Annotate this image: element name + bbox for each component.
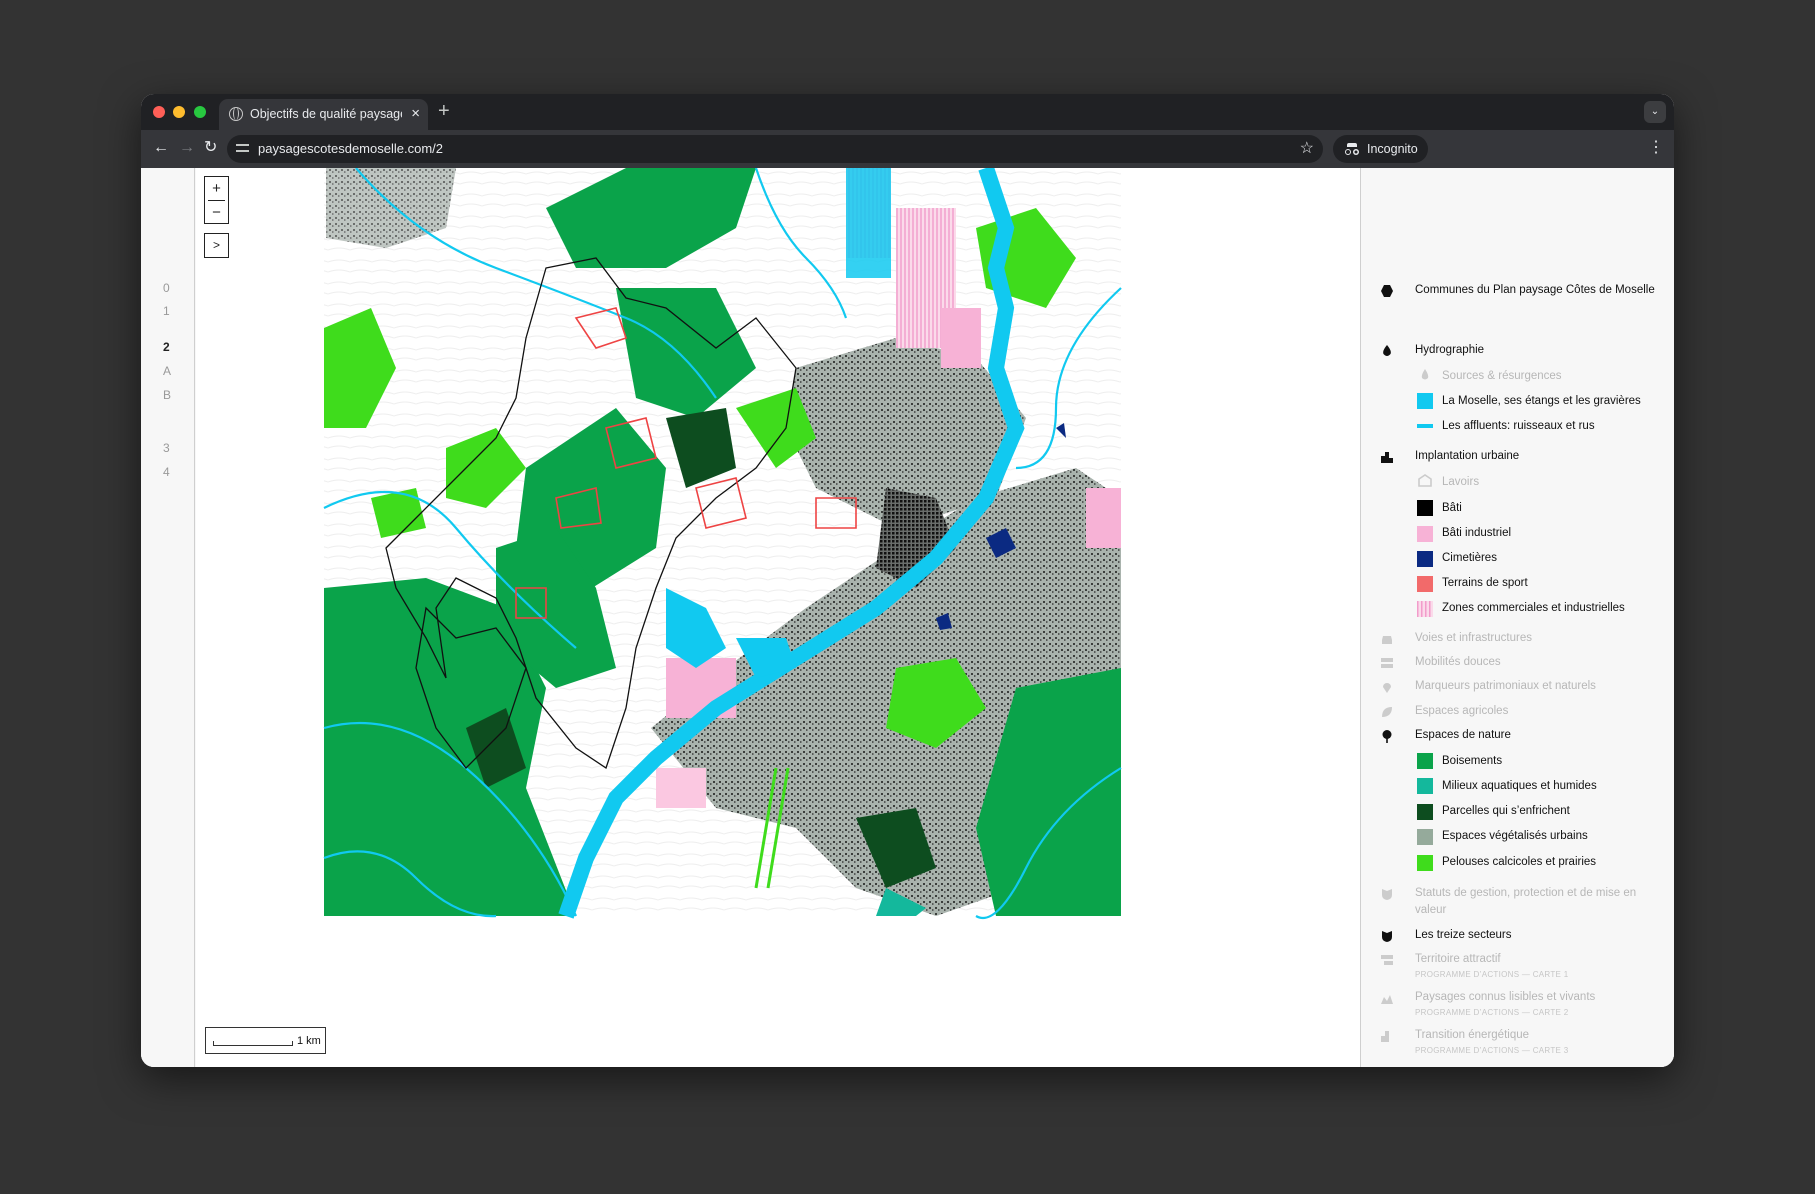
forward-button[interactable]: → — [179, 138, 195, 158]
minimize-window-button[interactable] — [173, 106, 185, 118]
hexagon-icon[interactable] — [1380, 284, 1394, 298]
browser-window: Objectifs de qualité paysagère × + ⌄ ← →… — [141, 94, 1674, 1067]
tree-icon[interactable] — [1380, 729, 1394, 743]
leaf-icon[interactable] — [1380, 705, 1394, 719]
legend-caption-carte-2: PROGRAMME D’ACTIONS — CARTE 2 — [1415, 1008, 1569, 1017]
browser-menu-button[interactable]: ⋮ — [1648, 138, 1664, 158]
map-view[interactable]: + − > 1 km — [196, 168, 1360, 1067]
drop-icon[interactable] — [1380, 344, 1394, 358]
close-window-button[interactable] — [153, 106, 165, 118]
page-content: 0 1 2 A B 3 4 + − > 1 km Communes du Pla… — [141, 168, 1674, 1067]
tab-title: Objectifs de qualité paysagère — [250, 107, 402, 121]
legend-marqueurs-patrimoniaux[interactable]: Marqueurs patrimoniaux et naturels — [1415, 678, 1665, 695]
legend-caption-carte-1: PROGRAMME D’ACTIONS — CARTE 1 — [1415, 970, 1569, 979]
tab-strip: Objectifs de qualité paysagère × + ⌄ — [141, 94, 1674, 130]
drop-icon — [1421, 369, 1429, 380]
legend-item-bati-industriel[interactable]: Bâti industriel — [1442, 525, 1667, 542]
section-navigation: 0 1 2 A B 3 4 — [141, 168, 195, 1067]
swatch-zones-commerciales — [1417, 601, 1433, 617]
address-bar[interactable]: paysagescotesdemoselle.com/2 ☆ — [227, 135, 1323, 163]
buildings-icon[interactable] — [1380, 450, 1394, 464]
legend-statuts-gestion[interactable]: Statuts de gestion, protection et de mis… — [1415, 885, 1665, 919]
map-legend: Communes du Plan paysage Côtes de Mosell… — [1360, 168, 1674, 1067]
legend-item-cimetieres[interactable]: Cimetières — [1442, 550, 1667, 567]
zoom-in-button[interactable]: + — [205, 177, 228, 200]
car-icon[interactable] — [1380, 632, 1394, 646]
expand-panel-button[interactable]: > — [204, 233, 229, 258]
legend-communes[interactable]: Communes du Plan paysage Côtes de Mosell… — [1415, 282, 1665, 299]
pin-icon[interactable] — [1380, 680, 1394, 694]
legend-caption-carte-3: PROGRAMME D’ACTIONS — CARTE 3 — [1415, 1046, 1569, 1055]
legend-hydrographie[interactable]: Hydrographie — [1415, 342, 1665, 359]
legend-treize-secteurs[interactable]: Les treize secteurs — [1415, 927, 1665, 944]
section-link-3[interactable]: 3 — [163, 441, 170, 455]
section-link-0[interactable]: 0 — [163, 281, 170, 295]
site-settings-icon[interactable] — [236, 142, 249, 155]
maximize-window-button[interactable] — [194, 106, 206, 118]
swatch-pelouses-calcicoles — [1417, 855, 1433, 871]
url-text[interactable]: paysagescotesdemoselle.com/2 — [258, 141, 443, 156]
section-link-4[interactable]: 4 — [163, 465, 170, 479]
swatch-terrains-sport — [1417, 576, 1433, 592]
incognito-badge[interactable]: Incognito — [1333, 135, 1428, 163]
legend-item-terrains-sport[interactable]: Terrains de sport — [1442, 575, 1667, 592]
shield-icon[interactable] — [1380, 887, 1394, 901]
signpost-icon[interactable] — [1380, 953, 1394, 967]
shield-icon[interactable] — [1380, 929, 1394, 943]
lavoir-icon — [1418, 474, 1432, 487]
swatch-cimetieres — [1417, 551, 1433, 567]
new-tab-button[interactable]: + — [438, 100, 450, 122]
swatch-espaces-vegetalises — [1417, 829, 1433, 845]
legend-item-espaces-vegetalises[interactable]: Espaces végétalisés urbains — [1442, 828, 1667, 845]
incognito-icon — [1345, 143, 1359, 155]
globe-icon — [229, 107, 243, 121]
scale-label: 1 km — [297, 1035, 321, 1047]
legend-item-sources[interactable]: Sources & résurgences — [1442, 368, 1667, 385]
landscape-map[interactable] — [196, 168, 1360, 1067]
legend-item-lavoirs[interactable]: Lavoirs — [1442, 474, 1667, 491]
swatch-milieux-aquatiques — [1417, 778, 1433, 794]
legend-item-milieux-aquatiques[interactable]: Milieux aquatiques et humides — [1442, 778, 1667, 795]
legend-item-moselle[interactable]: La Moselle, ses étangs et les gravières — [1442, 393, 1667, 410]
browser-tab[interactable]: Objectifs de qualité paysagère × — [219, 99, 428, 130]
section-link-a[interactable]: A — [163, 364, 171, 378]
scale-bar: 1 km — [205, 1027, 326, 1054]
landscape-icon[interactable] — [1380, 991, 1394, 1005]
legend-item-zones-commerciales[interactable]: Zones commerciales et industrielles — [1442, 600, 1667, 617]
incognito-label: Incognito — [1367, 142, 1418, 156]
tab-search-button[interactable]: ⌄ — [1644, 101, 1666, 123]
signpost-icon[interactable] — [1380, 656, 1394, 670]
legend-item-parcelles-enfrichent[interactable]: Parcelles qui s’enfrichent — [1442, 803, 1667, 820]
tab-close-icon[interactable]: × — [411, 104, 420, 124]
legend-item-boisements[interactable]: Boisements — [1442, 753, 1667, 770]
swatch-parcelles-enfrichent — [1417, 804, 1433, 820]
section-link-2[interactable]: 2 — [163, 340, 170, 354]
legend-voies-infrastructures[interactable]: Voies et infrastructures — [1415, 630, 1665, 647]
browser-toolbar: ← → ↻ paysagescotesdemoselle.com/2 ☆ Inc… — [141, 130, 1674, 168]
energy-icon[interactable] — [1380, 1029, 1394, 1043]
scale-line — [213, 1041, 293, 1046]
legend-mobilites-douces[interactable]: Mobilités douces — [1415, 654, 1665, 671]
swatch-bati — [1417, 500, 1433, 516]
swatch-affluents — [1417, 424, 1433, 428]
section-link-b[interactable]: B — [163, 388, 171, 402]
bookmark-star-icon[interactable]: ☆ — [1300, 139, 1314, 159]
legend-item-affluents[interactable]: Les affluents: ruisseaux et rus — [1442, 418, 1667, 435]
legend-item-bati[interactable]: Bâti — [1442, 500, 1667, 517]
zoom-out-button[interactable]: − — [205, 201, 228, 224]
back-button[interactable]: ← — [153, 138, 169, 158]
zoom-control: + − — [204, 176, 229, 224]
legend-espaces-nature[interactable]: Espaces de nature — [1415, 727, 1665, 744]
reload-button[interactable]: ↻ — [204, 138, 217, 158]
legend-implantation-urbaine[interactable]: Implantation urbaine — [1415, 448, 1665, 465]
legend-item-pelouses-calcicoles[interactable]: Pelouses calcicoles et prairies — [1442, 854, 1667, 871]
swatch-boisements — [1417, 753, 1433, 769]
swatch-bati-industriel — [1417, 526, 1433, 542]
legend-espaces-agricoles[interactable]: Espaces agricoles — [1415, 703, 1665, 720]
swatch-moselle — [1417, 393, 1433, 409]
section-link-1[interactable]: 1 — [163, 304, 170, 318]
